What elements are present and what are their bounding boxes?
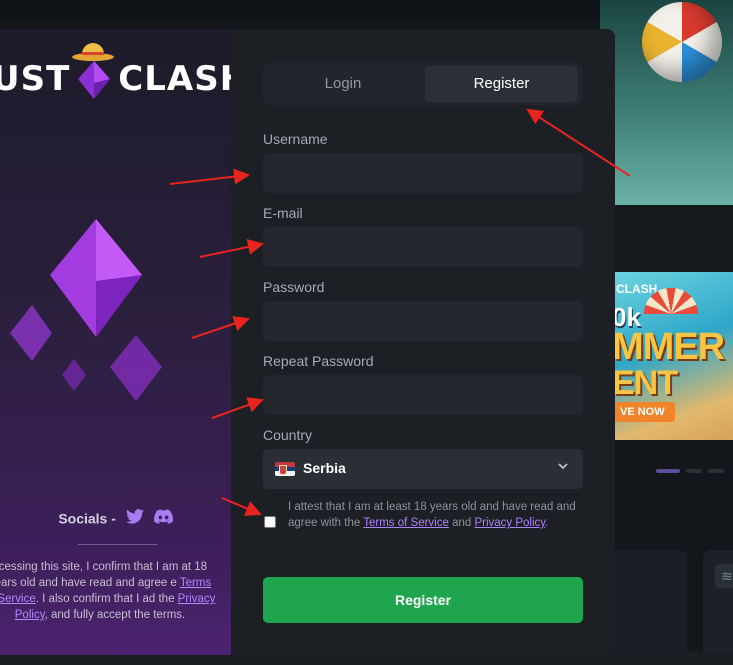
country-label: Country	[263, 427, 313, 443]
gem-logo-icon	[72, 43, 115, 101]
beach-ball-decoration	[642, 2, 722, 82]
carousel-dot[interactable]	[708, 469, 724, 473]
promo-panel: UST CLASH Socials - ccessing this site, …	[0, 29, 248, 655]
auth-modal: Login Register Username E-mail Password …	[231, 29, 615, 655]
email-input[interactable]	[263, 227, 583, 267]
summer-event-banner[interactable]: CLASH 0k MMER ENT VE NOW	[614, 272, 733, 440]
socials-row: Socials -	[0, 509, 231, 528]
tab-register[interactable]: Register	[425, 66, 578, 102]
banner-cta-button[interactable]: VE NOW	[614, 402, 675, 422]
country-select[interactable]: Serbia	[263, 449, 583, 489]
terms-of-service-link[interactable]: Terms of Service	[363, 517, 449, 529]
register-submit-button[interactable]: Register	[263, 577, 583, 623]
logo-text-left: UST	[0, 59, 71, 99]
username-input[interactable]	[263, 153, 583, 193]
repeat-password-label: Repeat Password	[263, 353, 374, 369]
age-disclaimer: ccessing this site, I confirm that I am …	[0, 559, 216, 623]
country-value: Serbia	[303, 460, 346, 476]
repeat-password-input[interactable]	[263, 375, 583, 415]
twitter-icon[interactable]	[125, 509, 144, 528]
disclaimer-text: ccessing this site, I confirm that I am …	[0, 561, 208, 589]
divider	[78, 544, 158, 545]
password-input[interactable]	[263, 301, 583, 341]
attest-checkbox[interactable]	[264, 516, 276, 528]
tab-login[interactable]: Login	[266, 66, 420, 102]
attest-text-part: .	[545, 517, 549, 529]
disclaimer-text: , and fully accept the terms.	[44, 609, 186, 621]
attest-text: I attest that I am at least 18 years old…	[288, 499, 588, 531]
disclaimer-text: . I also confirm that I ad the	[35, 593, 178, 605]
privacy-policy-link[interactable]: Privacy Policy	[474, 517, 545, 529]
email-label: E-mail	[263, 205, 303, 221]
banner-logo: CLASH	[616, 282, 658, 296]
gems-illustration	[10, 219, 162, 401]
socials-label: Socials -	[58, 510, 116, 527]
carousel-dots	[656, 460, 730, 478]
password-label: Password	[263, 279, 325, 295]
auth-tabs: Login Register	[263, 63, 583, 105]
background-card: ≋	[703, 550, 733, 665]
username-label: Username	[263, 131, 328, 147]
logo-text-right: CLASH	[118, 59, 250, 99]
banner-title-line2: ENT	[614, 364, 678, 402]
site-logo: UST CLASH	[0, 43, 250, 101]
carousel-dot-active[interactable]	[656, 469, 680, 473]
discord-icon[interactable]	[153, 509, 173, 528]
carousel-dot[interactable]	[686, 469, 702, 473]
wifi-icon: ≋	[715, 564, 733, 588]
serbia-flag-icon	[275, 462, 295, 476]
hat-icon	[72, 43, 115, 61]
chevron-down-icon	[557, 459, 569, 475]
attest-text-part: and	[448, 517, 475, 529]
banner-title-line1: MMER	[614, 326, 725, 368]
